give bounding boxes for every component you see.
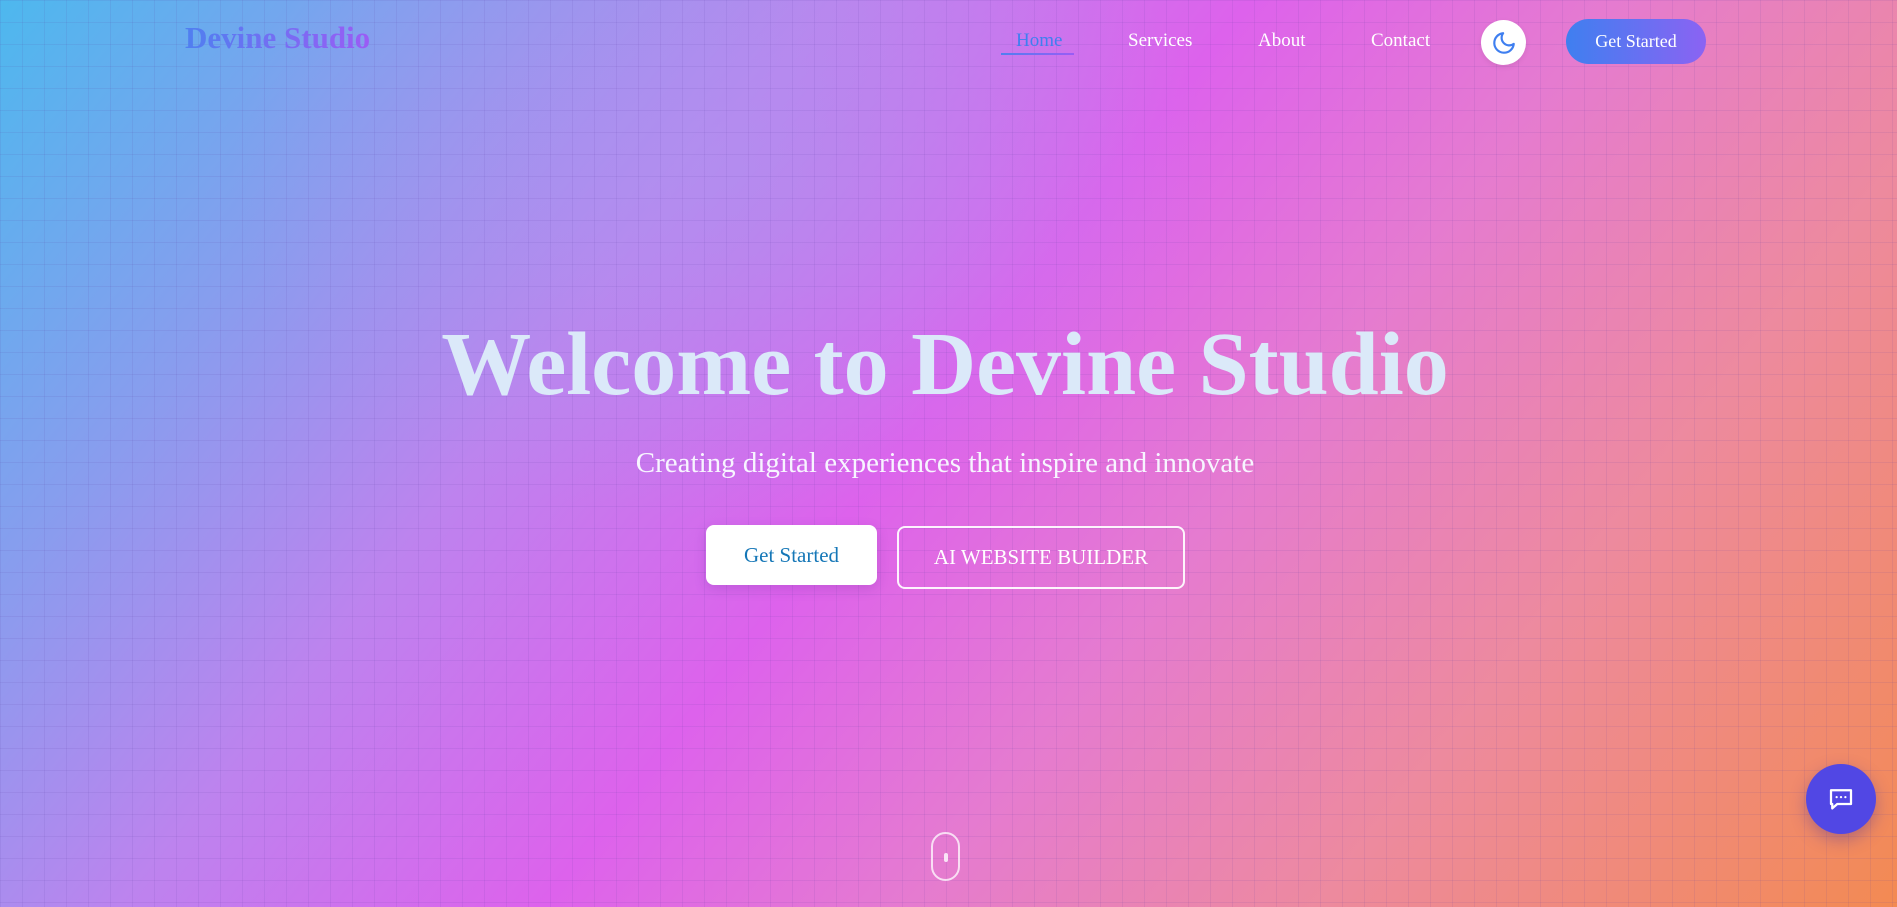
chat-button[interactable] bbox=[1806, 764, 1876, 834]
get-started-button[interactable]: Get Started bbox=[706, 525, 877, 585]
navbar: Devine Studio Home Services About Contac… bbox=[0, 0, 1897, 84]
nav-link-services[interactable]: Services bbox=[1128, 30, 1192, 52]
hero-title: Welcome to Devine Studio bbox=[441, 315, 1449, 414]
nav-link-home[interactable]: Home bbox=[1016, 30, 1062, 52]
moon-icon bbox=[1492, 31, 1515, 54]
scroll-wheel bbox=[944, 853, 948, 862]
mouse-scroll-icon[interactable] bbox=[931, 832, 960, 881]
theme-toggle-button[interactable] bbox=[1481, 20, 1526, 65]
brand-logo[interactable]: Devine Studio bbox=[185, 20, 370, 56]
hero-subtitle: Creating digital experiences that inspir… bbox=[635, 447, 1255, 479]
chat-icon bbox=[1829, 789, 1853, 810]
nav-link-contact[interactable]: Contact bbox=[1371, 30, 1430, 52]
nav-link-about[interactable]: About bbox=[1258, 30, 1306, 52]
get-started-nav-button[interactable]: Get Started bbox=[1566, 19, 1706, 64]
ai-website-builder-button[interactable]: AI WEBSITE BUILDER bbox=[897, 526, 1185, 589]
nav-active-underline bbox=[1001, 53, 1074, 55]
